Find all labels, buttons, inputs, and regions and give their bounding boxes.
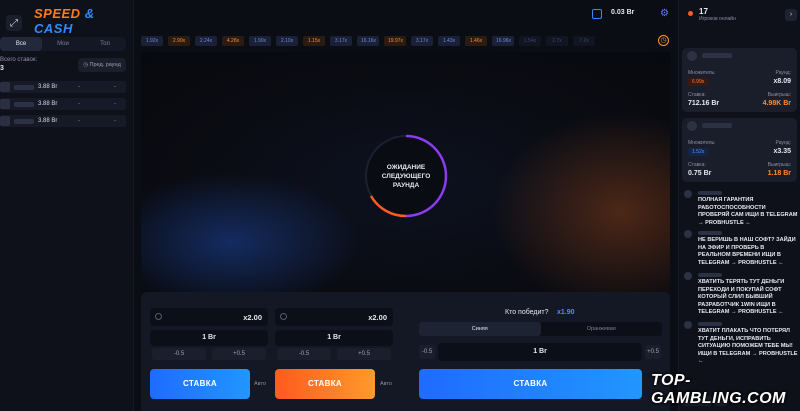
blue-auto-toggle[interactable]: Авто — [254, 381, 266, 387]
history-chip[interactable]: 3.17x — [411, 36, 433, 46]
prev-round-button[interactable]: ◷ Пред. раунд — [78, 58, 126, 72]
side-amount-input[interactable]: 1 Br — [438, 343, 642, 361]
orange-mult-input[interactable]: x2.00 — [275, 308, 393, 326]
avatar — [684, 321, 692, 329]
blue-mult-input[interactable]: x2.00 — [150, 308, 268, 326]
total-bets-value: 3 — [0, 65, 4, 72]
side-bet-button[interactable]: СТАВКА — [419, 369, 642, 399]
gear-icon[interactable]: ⚙ — [660, 8, 669, 19]
tab-mine[interactable]: Мои — [42, 37, 84, 51]
orange-auto-toggle[interactable]: Авто — [380, 381, 392, 387]
expand-icon: ⤢ — [10, 17, 18, 29]
table-row: 3.88 Br - - — [0, 81, 126, 93]
clock-icon[interactable]: ◷ — [658, 35, 669, 46]
chevron-right-icon[interactable]: › — [785, 9, 797, 21]
tab-orange[interactable]: Оранжевая — [541, 322, 663, 336]
multiplier-history: 1.92x 2.90x 2.24x 4.28x 1.90x 2.10x 1.15x 3.17x… — [141, 36, 595, 46]
history-chip[interactable]: 19.97x — [384, 36, 406, 46]
balance: 0.03 Br — [611, 9, 635, 16]
win-card: Множитель: 6.99x Раунд: x8.09 Ставка: 71… — [682, 48, 797, 112]
blue-plus-button[interactable]: +0.5 — [212, 348, 266, 360]
history-chip[interactable]: 7.2x — [573, 36, 595, 46]
app-root: ⤢ SPEED & CASH Все Мои Топ Всего ставок:… — [0, 0, 800, 411]
history-chip[interactable]: 2.90x — [168, 36, 190, 46]
history-chip[interactable]: 2.24x — [195, 36, 217, 46]
history-chip[interactable]: 2.7x — [546, 36, 568, 46]
chat-message: НЕ ВЕРИШЬ В НАШ СОФТ? ЗАЙДИ НА ЭФИР И ПР… — [682, 229, 798, 271]
blue-minus-button[interactable]: -0.5 — [152, 348, 206, 360]
orange-amount-input[interactable]: 1 Br — [275, 330, 393, 346]
avatar — [687, 51, 697, 61]
total-bets-label: Всего ставок: — [0, 57, 38, 63]
chat-message: ПОЛНАЯ ГАРАНТИЯ РАБОТОСПОСОБНОСТИ ПРОВЕР… — [682, 189, 798, 229]
history-chip[interactable]: 16.96x — [492, 36, 514, 46]
blue-bet-button[interactable]: СТАВКА — [150, 369, 250, 399]
bets-tabs: Все Мои Топ — [0, 37, 126, 51]
blue-amount-input[interactable]: 1 Br — [150, 330, 268, 346]
orange-minus-button[interactable]: -0.5 — [277, 348, 331, 360]
side-bet-coef: x1.90 — [557, 309, 575, 316]
table-row: 3.88 Br - - — [0, 98, 126, 110]
history-chip[interactable]: 1.15x — [303, 36, 325, 46]
avatar — [684, 230, 692, 238]
waiting-text: ОЖИДАНИЕ СЛЕДУЮЩЕГО РАУНДА — [381, 164, 431, 189]
history-chip[interactable]: 3.17x — [330, 36, 352, 46]
tab-top[interactable]: Топ — [84, 37, 126, 51]
win-card: Множитель: 1.52x Раунд: x3.35 Ставка: 0.… — [682, 118, 797, 182]
side-bet-question: Кто победит? — [505, 309, 549, 316]
history-chip[interactable]: 1.54x — [519, 36, 541, 46]
side-plus-button[interactable]: +0.5 — [645, 345, 661, 359]
brand-logo: SPEED & CASH — [34, 6, 95, 36]
mult-badge: 1.52x — [688, 148, 709, 156]
tab-blue[interactable]: Синяя — [419, 322, 541, 336]
history-chip[interactable]: 16.16x — [357, 36, 379, 46]
player-name — [702, 123, 732, 128]
fullscreen-button[interactable]: ⤢ — [6, 15, 22, 31]
chat-message: ХВАТИТЬ ТЕРЯТЬ ТУТ ДЕНЬГИ ПЕРЕХОДИ И ПОК… — [682, 271, 798, 317]
player-name — [14, 84, 34, 90]
coin-icon — [280, 313, 287, 320]
player-name — [702, 53, 732, 58]
orange-bet-button[interactable]: СТАВКА — [275, 369, 375, 399]
player-name — [14, 101, 34, 107]
online-count: 17 — [699, 7, 708, 16]
blue-glow — [141, 172, 361, 292]
coin-icon — [155, 313, 162, 320]
online-label: Игроков онлайн — [699, 16, 736, 22]
watermark: TOP-GAMBLING.COM — [651, 372, 786, 407]
avatar — [0, 99, 10, 109]
wallet-icon — [592, 9, 602, 19]
side-minus-button[interactable]: -0.5 — [419, 345, 435, 359]
left-sidebar: ⤢ SPEED & CASH Все Мои Топ Всего ставок:… — [0, 0, 134, 411]
orange-glow — [491, 112, 670, 292]
avatar — [0, 116, 10, 126]
avatar — [684, 190, 692, 198]
mult-badge: 6.99x — [688, 78, 709, 86]
avatar — [687, 121, 697, 131]
tab-all[interactable]: Все — [0, 37, 42, 51]
chat-message: ХВАТИТ ПЛАКАТЬ ЧТО ПОТЕРЯЛ ТУТ ДЕНЬГИ, И… — [682, 320, 798, 364]
online-dot-icon — [688, 11, 693, 16]
player-name — [14, 118, 34, 124]
history-chip[interactable]: 1.43x — [438, 36, 460, 46]
side-tabs: Синяя Оранжевая — [419, 322, 662, 336]
avatar — [684, 272, 692, 280]
history-chip[interactable]: 1.90x — [249, 36, 271, 46]
history-chip[interactable]: 1.46x — [465, 36, 487, 46]
history-chip[interactable]: 4.28x — [222, 36, 244, 46]
history-chip[interactable]: 1.92x — [141, 36, 163, 46]
table-row: 3.88 Br - - — [0, 115, 126, 127]
history-chip[interactable]: 2.10x — [276, 36, 298, 46]
avatar — [0, 82, 10, 92]
orange-plus-button[interactable]: +0.5 — [337, 348, 391, 360]
